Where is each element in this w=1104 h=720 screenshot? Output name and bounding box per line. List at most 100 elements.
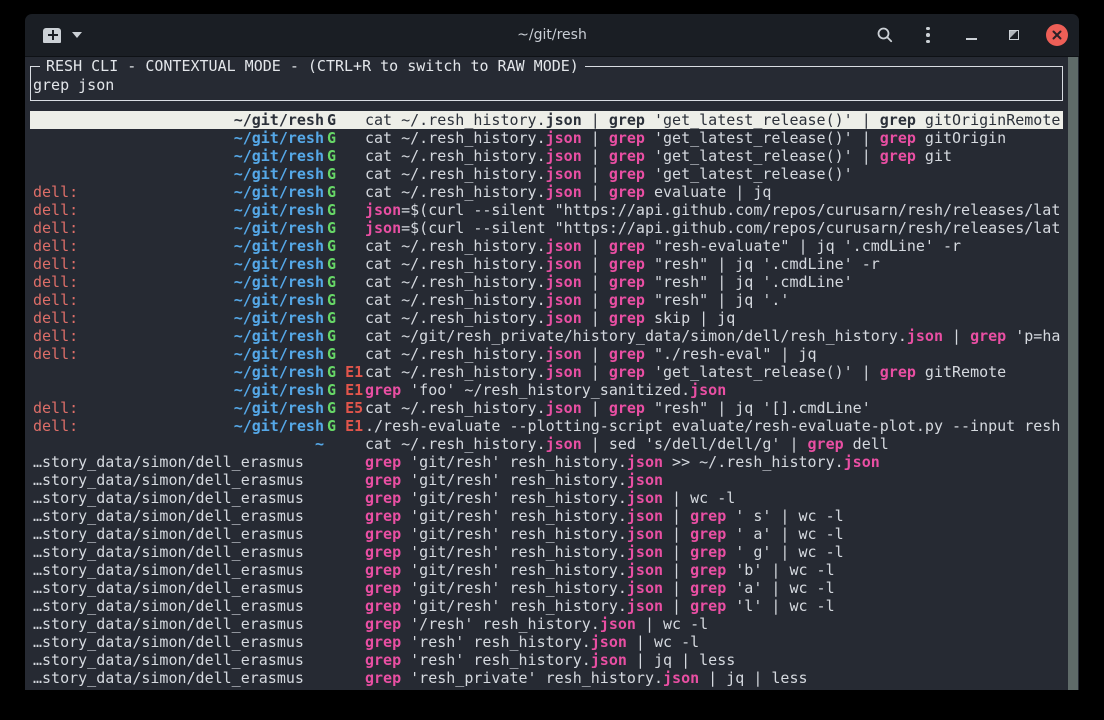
history-row[interactable]: dell:~/git/reshGcat ~/.resh_history.json… (30, 183, 1063, 201)
history-row[interactable]: ~/git/reshGcat ~/.resh_history.json | gr… (30, 129, 1063, 147)
row-flags (324, 579, 365, 597)
history-row[interactable]: dell:~/git/reshGcat ~/git/resh_private/h… (30, 327, 1063, 345)
minimize-button[interactable] (960, 24, 982, 46)
history-row[interactable]: …story_data/simon/dell_erasmus grep 'git/… (30, 453, 1063, 471)
row-left: …story_data/simon/dell_erasmus (33, 453, 324, 471)
row-flags: G (324, 345, 365, 363)
menu-button[interactable] (917, 24, 939, 46)
history-row[interactable]: …story_data/simon/dell_erasmus grep 'git/… (30, 507, 1063, 525)
history-row[interactable]: ~/git/reshG E1cat ~/.resh_history.json |… (30, 363, 1063, 381)
row-left: …story_data/simon/dell_erasmus (33, 633, 324, 651)
row-left: dell:~/git/resh (33, 255, 324, 273)
history-row[interactable]: …story_data/simon/dell_erasmusgrep 'git/… (30, 471, 1063, 489)
row-left: …story_data/simon/dell_erasmus (33, 489, 324, 507)
history-row[interactable]: dell:~/git/reshGcat ~/.resh_history.json… (30, 273, 1063, 291)
row-command: cat ~/.resh_history.json | grep "./resh-… (365, 345, 1063, 363)
history-row[interactable]: …story_data/simon/dell_erasmusgrep 'git/… (30, 543, 1063, 561)
row-path: ~/git/resh (234, 399, 324, 417)
history-row[interactable]: dell:~/git/reshGcat ~/.resh_history.json… (30, 237, 1063, 255)
kebab-icon (926, 27, 930, 31)
history-row[interactable]: ~cat ~/.resh_history.json | sed 's/dell/… (30, 435, 1063, 453)
row-left: ~/git/resh (33, 381, 324, 399)
row-host: …story_data/simon/dell_erasmus (33, 615, 304, 633)
terminal-window: ~/git/resh (25, 14, 1079, 690)
search-icon (876, 26, 894, 44)
row-path: ~/git/resh (234, 417, 324, 435)
row-path: ~/git/resh (234, 201, 324, 219)
scrollbar[interactable] (1068, 57, 1078, 690)
row-flags (324, 489, 365, 507)
row-host: dell: (33, 345, 78, 363)
search-button[interactable] (874, 24, 896, 46)
row-flags: G E5 (324, 399, 365, 417)
row-host: …story_data/simon/dell_erasmus (33, 669, 304, 687)
history-row[interactable]: …story_data/simon/dell_erasmusgrep 'resh… (30, 669, 1063, 687)
minimize-icon (966, 38, 977, 40)
row-left: dell:~/git/resh (33, 237, 324, 255)
history-row[interactable]: …story_data/simon/dell_erasmusgrep 'git/… (30, 525, 1063, 543)
row-flags: G E1 (324, 417, 365, 435)
row-host: dell: (33, 291, 78, 309)
row-host: dell: (33, 399, 78, 417)
row-host: dell: (33, 327, 78, 345)
row-left: ~/git/resh (33, 147, 324, 165)
row-flags (324, 435, 365, 453)
history-row[interactable]: …story_data/simon/dell_erasmusgrep '/res… (30, 615, 1063, 633)
history-row[interactable]: ~/git/reshGcat ~/.resh_history.json | gr… (30, 165, 1063, 183)
history-row[interactable]: ~/git/reshGcat ~/.resh_history.json | gr… (30, 111, 1063, 129)
resh-mode-title: RESH CLI - CONTEXTUAL MODE - (CTRL+R to … (40, 57, 585, 75)
row-command: cat ~/.resh_history.json | grep "resh" |… (365, 291, 1063, 309)
resh-query-box: RESH CLI - CONTEXTUAL MODE - (CTRL+R to … (30, 66, 1063, 101)
row-flags: G (324, 219, 365, 237)
row-command: cat ~/.resh_history.json | grep 'get_lat… (365, 147, 1063, 165)
history-row[interactable]: …story_data/simon/dell_erasmusgrep 'git/… (30, 579, 1063, 597)
row-left: ~ (33, 435, 324, 453)
row-path: ~/git/resh (234, 291, 324, 309)
row-flags: G (324, 147, 365, 165)
row-path: ~/git/resh (234, 363, 324, 381)
restore-button[interactable] (1003, 24, 1025, 46)
history-row[interactable]: dell:~/git/reshG E1./resh-evaluate --plo… (30, 417, 1063, 435)
search-query-input[interactable]: grep json (31, 76, 1062, 94)
history-row[interactable]: ~/git/reshGcat ~/.resh_history.json | gr… (30, 147, 1063, 165)
history-row[interactable]: dell:~/git/reshGcat ~/.resh_history.json… (30, 255, 1063, 273)
row-flags: G (324, 165, 365, 183)
history-row[interactable]: …story_data/simon/dell_erasmusgrep 'git/… (30, 561, 1063, 579)
history-row[interactable]: …story_data/simon/dell_erasmusgrep 'resh… (30, 633, 1063, 651)
history-row[interactable]: dell:~/git/reshGcat ~/.resh_history.json… (30, 345, 1063, 363)
row-host: dell: (33, 237, 78, 255)
row-flags: G (324, 255, 365, 273)
history-row[interactable]: dell: ~/git/reshGcat ~/.resh_history.json… (30, 291, 1063, 309)
row-left: …story_data/simon/dell_erasmus (33, 561, 324, 579)
history-row[interactable]: …story_data/simon/dell_erasmusgrep 'git/… (30, 489, 1063, 507)
row-flags: G (324, 237, 365, 255)
row-command: grep 'git/resh' resh_history.json | grep… (365, 525, 1063, 543)
row-left: …story_data/simon/dell_erasmus (33, 507, 324, 525)
chevron-down-icon[interactable] (72, 32, 82, 38)
history-row[interactable]: dell:~/git/reshGjson=$(curl --silent "ht… (30, 219, 1063, 237)
close-button[interactable] (1046, 24, 1068, 46)
row-flags (324, 453, 365, 471)
history-row[interactable]: dell:~/git/reshG E5cat ~/.resh_history.j… (30, 399, 1063, 417)
row-command: grep 'git/resh' resh_history.json | grep… (365, 507, 1063, 525)
row-path: ~/git/resh (234, 111, 324, 129)
row-left: …story_data/simon/dell_erasmus (33, 543, 324, 561)
row-host: dell: (33, 255, 78, 273)
row-left: ~/git/resh (33, 363, 324, 381)
close-icon (1052, 30, 1062, 40)
history-row[interactable]: …story_data/simon/dell_erasmusgrep 'git/… (30, 597, 1063, 615)
row-command: grep 'resh' resh_history.json | jq | les… (365, 651, 1063, 669)
history-row[interactable]: dell:~/git/reshGjson=$(curl --silent "ht… (30, 201, 1063, 219)
history-row[interactable]: …story_data/simon/dell_erasmusgrep 'resh… (30, 651, 1063, 669)
new-tab-button[interactable] (42, 27, 62, 44)
row-path: ~/git/resh (234, 165, 324, 183)
history-row[interactable]: dell:~/git/reshGcat ~/.resh_history.json… (30, 309, 1063, 327)
plus-icon (52, 30, 54, 40)
row-command: grep 'git/resh' resh_history.json >> ~/.… (365, 453, 1063, 471)
row-flags: G (324, 291, 365, 309)
row-flags: G (324, 111, 365, 129)
history-row[interactable]: ~/git/reshG E1grep 'foo' ~/resh_history_… (30, 381, 1063, 399)
row-host: …story_data/simon/dell_erasmus (33, 633, 304, 651)
row-flags (324, 597, 365, 615)
row-command: grep 'foo' ~/resh_history_sanitized.json (365, 381, 1063, 399)
